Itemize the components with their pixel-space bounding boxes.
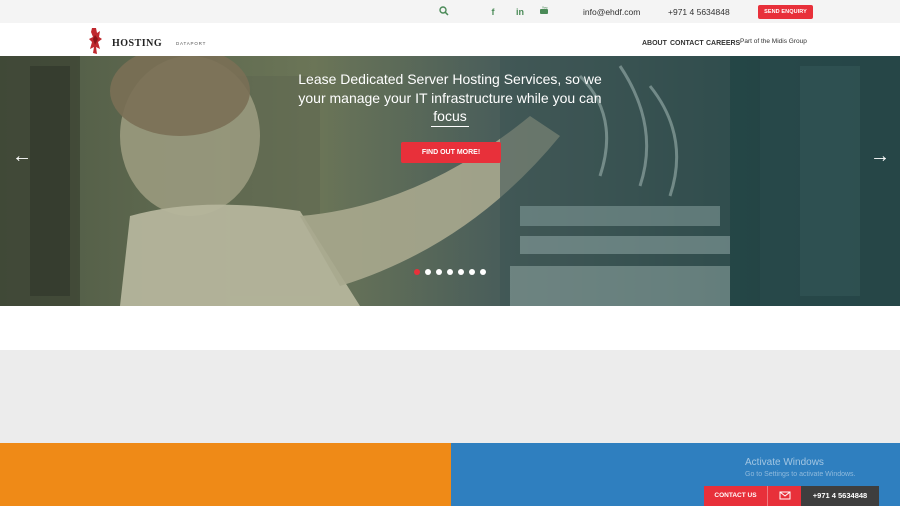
nav-about[interactable]: ABOUT — [642, 40, 667, 47]
content-spacer — [0, 306, 900, 350]
orange-feature-panel — [0, 443, 451, 506]
main-navbar: HOSTING DATAPORT ABOUT CONTACT CAREERS P… — [0, 23, 900, 56]
floating-mail-button[interactable] — [767, 486, 801, 506]
carousel-dot[interactable] — [447, 269, 453, 275]
hero-headline-line-2: your manage your IT infrastructure while… — [298, 89, 602, 106]
grey-section — [0, 350, 900, 443]
floating-contact-us-button[interactable]: CONTACT US — [704, 486, 767, 506]
hero-headline: Lease Dedicated Server Hosting Services,… — [290, 70, 610, 127]
brand-logo[interactable]: HOSTING DATAPORT — [88, 27, 218, 55]
carousel-dot[interactable] — [425, 269, 431, 275]
linkedin-icon[interactable]: in — [514, 6, 526, 18]
group-affiliation[interactable]: Part of the Midis Group — [740, 38, 807, 45]
search-icon[interactable] — [438, 6, 450, 18]
carousel-dot[interactable] — [414, 269, 420, 275]
windows-activation-watermark-subtitle: Go to Settings to activate Windows. — [745, 471, 856, 478]
carousel-next-arrow-icon[interactable]: → — [870, 146, 890, 166]
nav-contact[interactable]: CONTACT — [670, 40, 704, 47]
hero-carousel: Lease Dedicated Server Hosting Services,… — [0, 56, 900, 306]
send-enquiry-button[interactable]: SEND ENQUIRY — [758, 5, 813, 19]
find-out-more-button[interactable]: FIND OUT MORE! — [401, 142, 501, 163]
carousel-dot[interactable] — [469, 269, 475, 275]
topbar-email-link[interactable]: info@ehdf.com — [583, 6, 640, 18]
facebook-icon[interactable]: f — [487, 6, 499, 18]
brand-name: HOSTING — [112, 38, 163, 49]
mail-icon — [779, 491, 791, 500]
brand-sub: DATAPORT — [176, 41, 207, 46]
windows-activation-watermark-title: Activate Windows — [745, 457, 824, 468]
top-utility-bar: f in You info@ehdf.com +971 4 5634848 SE… — [0, 0, 900, 23]
youtube-icon[interactable]: You — [538, 6, 550, 18]
hero-headline-line-1: Lease Dedicated Server Hosting Services,… — [298, 71, 602, 87]
logo-mark-icon — [89, 28, 102, 54]
carousel-prev-arrow-icon[interactable]: ← — [12, 146, 32, 166]
carousel-dot[interactable] — [458, 269, 464, 275]
nav-careers[interactable]: CAREERS — [706, 40, 740, 47]
floating-phone-button[interactable]: +971 4 5634848 — [801, 486, 879, 506]
svg-text:You: You — [542, 6, 548, 10]
hero-headline-line-3: focus — [431, 108, 469, 127]
carousel-dot[interactable] — [480, 269, 486, 275]
carousel-dot[interactable] — [436, 269, 442, 275]
topbar-phone[interactable]: +971 4 5634848 — [668, 6, 730, 18]
page: f in You info@ehdf.com +971 4 5634848 SE… — [0, 0, 900, 506]
